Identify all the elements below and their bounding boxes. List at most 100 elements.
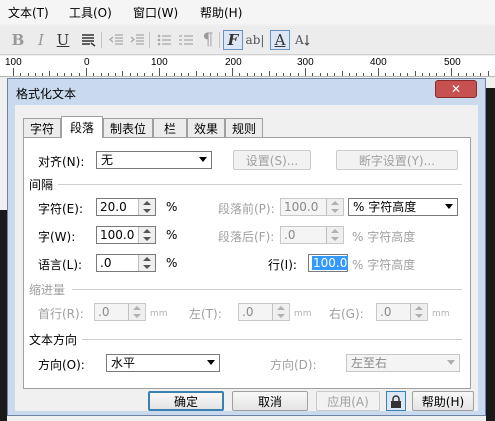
tab-character[interactable]: 字符 <box>23 118 61 137</box>
ruler-label: 400 <box>370 57 387 68</box>
align-dropdown[interactable]: 无 <box>96 151 212 169</box>
apply-button[interactable]: 应用(A) <box>316 391 380 411</box>
bold-icon[interactable]: B <box>8 30 28 50</box>
percent-unit: % <box>166 256 178 270</box>
ruler-tick <box>225 73 226 76</box>
horizontal-ruler[interactable]: 100 0 100 200 300 400 500 <box>0 56 495 77</box>
ruler-tick <box>444 73 445 76</box>
menu-window[interactable]: 窗口(W) <box>133 4 178 21</box>
char-height-unit: % 字符高度 <box>352 230 416 244</box>
direction-order-dropdown[interactable]: 左至右 <box>346 354 460 372</box>
ruler-tick <box>327 73 328 76</box>
underline-icon[interactable]: U <box>53 30 73 50</box>
ruler-label: 500 <box>444 57 461 68</box>
ruler-tick <box>181 73 182 76</box>
paragraph-mark-icon[interactable]: ¶ <box>198 30 218 50</box>
spinner-arrows[interactable] <box>326 227 343 243</box>
hyphenation-settings-button[interactable]: 断字设置(Y)... <box>336 150 458 170</box>
word-spacing-label: 字(W): <box>38 230 76 244</box>
ruler-tick <box>210 73 211 76</box>
ruler-tick <box>298 73 299 76</box>
direction-dropdown[interactable]: 水平 <box>106 354 220 372</box>
mm-unit: mm <box>432 309 450 319</box>
spinner-arrows[interactable] <box>326 199 343 215</box>
ruler-label: 100 <box>5 57 22 68</box>
line-spacing-label: 行(I): <box>268 258 297 272</box>
ruler-tick <box>122 71 123 76</box>
svg-text:A: A <box>294 33 304 47</box>
character-outline-icon[interactable]: A <box>270 30 290 50</box>
char-height-unit: % 字符高度 <box>352 258 416 272</box>
char-spacing-value: 20.0 <box>100 200 127 214</box>
close-icon: ✕ <box>450 82 462 96</box>
ruler-tick <box>144 73 145 76</box>
ruler-tick <box>49 71 50 76</box>
ruler-tick <box>378 68 379 76</box>
menu-text[interactable]: 文本(T) <box>8 4 49 21</box>
ruler-tick <box>108 73 109 76</box>
spinner-arrows[interactable] <box>138 199 155 215</box>
menu-tools[interactable]: 工具(O) <box>69 4 112 21</box>
dialog-title: 格式化文本 <box>16 87 77 101</box>
ruler-tick <box>488 71 489 76</box>
mm-unit: mm <box>294 309 312 319</box>
text-align-icon[interactable] <box>78 30 98 50</box>
vertical-text-icon[interactable]: A <box>292 30 312 50</box>
char-spacing-label: 字符(E): <box>38 202 83 216</box>
spinner-arrows[interactable] <box>138 255 155 271</box>
dialog-titlebar[interactable]: 格式化文本 ✕ <box>8 79 485 105</box>
mm-unit: mm <box>150 309 168 319</box>
char-spacing-spinner[interactable]: 20.0 <box>96 198 156 216</box>
ruler-tick <box>101 73 102 76</box>
increase-indent-icon[interactable] <box>127 30 147 50</box>
spacing-unit-dropdown[interactable]: % 字符高度 <box>348 198 458 216</box>
tab-rules[interactable]: 规则 <box>225 118 263 137</box>
ok-button[interactable]: 确定 <box>148 391 224 411</box>
numbered-list-icon[interactable] <box>176 30 196 50</box>
ruler-tick <box>57 73 58 76</box>
tab-effects[interactable]: 效果 <box>187 118 225 137</box>
ruler-tick <box>422 73 423 76</box>
ruler-tick <box>35 73 36 76</box>
decrease-indent-icon[interactable] <box>106 30 126 50</box>
ruler-tick <box>466 73 467 76</box>
text-edit-icon[interactable]: ab| <box>245 30 265 50</box>
bullet-list-icon[interactable] <box>154 30 174 50</box>
ruler-tick <box>13 68 14 76</box>
ruler-tick <box>283 73 284 76</box>
right-indent-label: 右(G): <box>329 307 364 321</box>
ruler-tick <box>334 73 335 76</box>
first-line-indent-spinner[interactable]: .0 <box>94 303 146 321</box>
spinner-arrows[interactable] <box>138 227 155 243</box>
tab-tab-stops[interactable]: 制表位 <box>103 118 153 137</box>
italic-icon[interactable]: I <box>31 30 51 50</box>
tab-paragraph[interactable]: 段落 <box>61 116 103 138</box>
ruler-tick <box>137 73 138 76</box>
ruler-tick <box>86 68 87 76</box>
ruler-tick <box>203 73 204 76</box>
after-paragraph-spinner[interactable]: .0 <box>280 226 344 244</box>
close-button[interactable]: ✕ <box>435 80 477 98</box>
spacing-section-title: 间隔 <box>29 178 54 192</box>
ruler-label: 100 <box>151 57 168 68</box>
canvas-content <box>0 210 7 421</box>
format-text-icon[interactable]: F <box>223 30 243 50</box>
spinner-arrows[interactable] <box>128 304 145 320</box>
left-indent-spinner[interactable]: .0 <box>238 303 290 321</box>
align-label: 对齐(N): <box>38 155 85 169</box>
lock-icon[interactable] <box>386 391 406 411</box>
language-spacing-spinner[interactable]: .0 <box>96 254 156 272</box>
before-paragraph-spinner[interactable]: 100.0 <box>280 198 344 216</box>
spinner-arrows[interactable] <box>410 304 427 320</box>
menu-help[interactable]: 帮助(H) <box>200 4 242 21</box>
ruler-tick <box>20 73 21 76</box>
tab-columns[interactable]: 栏 <box>153 118 187 137</box>
line-spacing-spinner[interactable]: 100.0 <box>308 254 349 272</box>
help-button[interactable]: 帮助(H) <box>412 391 474 411</box>
ruler-tick <box>312 73 313 76</box>
spinner-arrows[interactable] <box>272 304 289 320</box>
word-spacing-spinner[interactable]: 100.0 <box>96 226 156 244</box>
cancel-button[interactable]: 取消 <box>232 391 308 411</box>
right-indent-spinner[interactable]: .0 <box>376 303 428 321</box>
settings-button[interactable]: 设置(S)... <box>233 150 311 170</box>
